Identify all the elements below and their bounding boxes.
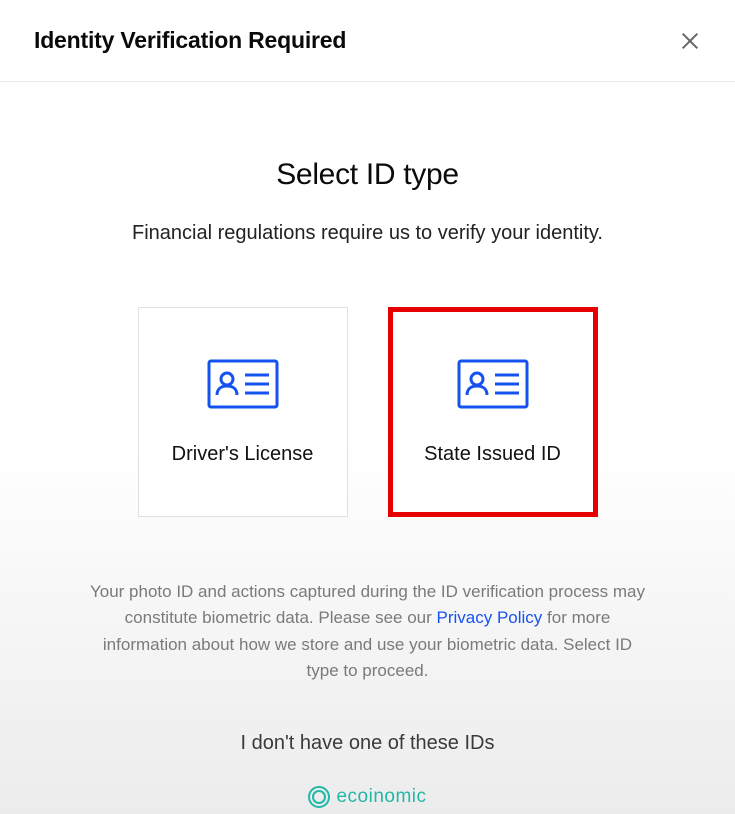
no-id-link[interactable]: I don't have one of these IDs xyxy=(0,732,735,755)
close-icon xyxy=(679,30,701,52)
option-label: State Issued ID xyxy=(424,443,561,466)
id-card-icon xyxy=(207,359,279,409)
identity-verification-modal: Identity Verification Required Select ID… xyxy=(0,0,735,814)
close-button[interactable] xyxy=(675,26,705,56)
footer-brand: ecoinomic xyxy=(0,786,735,808)
biometric-disclaimer: Your photo ID and actions captured durin… xyxy=(68,579,668,684)
id-card-icon xyxy=(457,359,529,409)
brand-logo-icon xyxy=(308,786,330,808)
id-type-options: Driver's License State Issued ID xyxy=(0,307,735,517)
page-title: Select ID type xyxy=(0,158,735,192)
option-state-issued-id[interactable]: State Issued ID xyxy=(388,307,598,517)
privacy-policy-link[interactable]: Privacy Policy xyxy=(437,608,543,627)
option-label: Driver's License xyxy=(172,443,314,466)
option-drivers-license[interactable]: Driver's License xyxy=(138,307,348,517)
page-subtitle: Financial regulations require us to veri… xyxy=(0,222,735,245)
modal-header: Identity Verification Required xyxy=(0,0,735,82)
brand-name: ecoinomic xyxy=(336,786,426,808)
modal-title: Identity Verification Required xyxy=(34,27,346,54)
modal-body: Select ID type Financial regulations req… xyxy=(0,82,735,814)
